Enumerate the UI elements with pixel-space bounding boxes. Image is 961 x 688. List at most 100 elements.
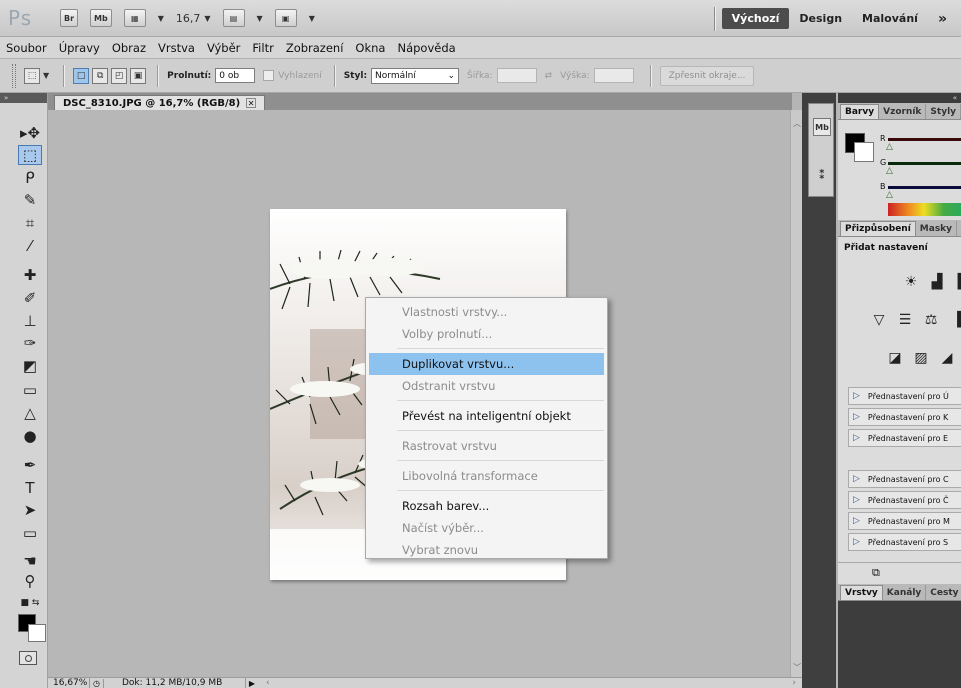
subtract-selection-icon[interactable]: ◰ — [111, 67, 128, 84]
arrange-documents-icon[interactable]: ▤ — [222, 9, 245, 27]
menu-item-convert-smart-object[interactable]: Převést na inteligentní objekt — [369, 405, 604, 427]
panels-collapse-icon[interactable]: « — [838, 93, 961, 103]
curves-icon[interactable]: ▌ — [952, 273, 961, 291]
preset-item[interactable]: ▷ Přednastavení pro S — [848, 533, 961, 551]
slider-thumb-icon[interactable]: △ — [886, 166, 893, 176]
preset-item[interactable]: ▷ Přednastavení pro C — [848, 470, 961, 488]
menu-item-color-range[interactable]: Rozsah barev... — [369, 495, 604, 517]
preset-dropdown-icon[interactable]: ▼ — [43, 71, 49, 80]
healing-brush-tool-icon[interactable]: ✚ — [18, 265, 42, 285]
pen-tool-icon[interactable]: ✒ — [18, 455, 42, 475]
hand-tool-icon[interactable]: ☚ — [18, 551, 42, 571]
height-input[interactable] — [593, 68, 634, 83]
menu-select[interactable]: Výběr — [207, 41, 240, 55]
refine-edge-button[interactable]: Zpřesnit okraje... — [659, 65, 755, 86]
threshold-icon[interactable]: ▨ — [910, 349, 932, 367]
shape-tool-icon[interactable]: ▭ — [18, 523, 42, 543]
document-tab[interactable]: DSC_8310.JPG @ 16,7% (RGB/8) ✕ — [54, 95, 266, 110]
menu-window[interactable]: Okna — [355, 41, 385, 55]
quick-selection-tool-icon[interactable]: ✎ — [18, 190, 42, 210]
menu-item-duplicate-layer[interactable]: Duplikovat vrstvu... — [369, 353, 604, 375]
preset-item[interactable]: ▷ Přednastavení pro E — [848, 429, 961, 447]
panel-background-swatch[interactable] — [854, 142, 874, 162]
menu-help[interactable]: Nápověda — [397, 41, 455, 55]
tab-masks[interactable]: Masky — [916, 221, 958, 236]
workspace-design-button[interactable]: Design — [799, 12, 842, 25]
levels-icon[interactable]: ▟ — [926, 273, 948, 291]
hue-saturation-icon[interactable]: ☰ — [894, 311, 916, 329]
scroll-up-icon[interactable]: ︿ — [793, 118, 801, 129]
default-colors-icon[interactable]: ■ ⇆ — [18, 593, 42, 613]
black-white-icon[interactable]: ▐ — [946, 311, 961, 329]
move-tool-icon[interactable]: ▸✥ — [18, 123, 42, 143]
color-balance-icon[interactable]: ⚖ — [920, 311, 942, 329]
preset-item[interactable]: ▷ Přednastavení pro Č — [848, 491, 961, 509]
dodge-tool-icon[interactable]: ● — [18, 426, 42, 446]
status-zoom[interactable]: 16,67% — [48, 678, 90, 688]
arrange-dropdown-icon[interactable]: ▼ — [257, 14, 263, 23]
menu-layer[interactable]: Vrstva — [158, 41, 195, 55]
menu-edit[interactable]: Úpravy — [59, 41, 100, 55]
bridge-button[interactable]: Br — [60, 9, 79, 27]
width-input[interactable] — [496, 68, 537, 83]
tab-styles[interactable]: Styly — [926, 104, 961, 119]
tab-color[interactable]: Barvy — [840, 104, 880, 119]
scroll-down-icon[interactable]: ﹀ — [793, 662, 801, 673]
workspace-default-button[interactable]: Výchozí — [721, 8, 790, 29]
document-info-icon[interactable]: ◷ — [90, 678, 104, 688]
preset-item[interactable]: ▷ Přednastavení pro K — [848, 408, 961, 426]
clone-stamp-tool-icon[interactable]: ⊥ — [18, 311, 42, 331]
close-icon[interactable]: ✕ — [246, 98, 257, 108]
workspace-more-button[interactable]: » — [938, 11, 947, 27]
brightness-icon[interactable]: ☀ — [900, 273, 922, 291]
menu-item-free-transform[interactable]: Libovolná transformace — [369, 465, 604, 487]
scroll-right-icon[interactable]: › — [792, 678, 796, 688]
return-to-list-icon[interactable]: ⧉ — [872, 566, 880, 580]
eyedropper-tool-icon[interactable]: ⁄ — [18, 236, 42, 256]
vertical-scrollbar[interactable]: ︿ ﹀ — [790, 110, 802, 677]
feather-input[interactable]: 0 ob — [215, 68, 256, 83]
menu-view[interactable]: Zobrazení — [286, 41, 344, 55]
status-menu-icon[interactable]: ▶ — [246, 679, 258, 688]
channel-r-slider[interactable] — [888, 138, 961, 141]
channel-g-slider[interactable] — [888, 162, 961, 165]
scroll-left-icon[interactable]: ‹ — [266, 678, 270, 688]
screen-mode-dropdown-icon[interactable]: ▼ — [309, 14, 315, 23]
slider-thumb-icon[interactable]: △ — [886, 142, 893, 152]
history-panel-icon[interactable]: ⁑ — [813, 166, 831, 184]
options-grip[interactable] — [12, 63, 16, 88]
vibrance-icon[interactable]: ▽ — [868, 311, 890, 329]
zoom-level[interactable]: 16,7 — [176, 12, 201, 25]
blur-tool-icon[interactable]: △ — [18, 403, 42, 423]
type-tool-icon[interactable]: T — [18, 478, 42, 498]
menu-item-layer-properties[interactable]: Vlastnosti vrstvy... — [369, 301, 604, 323]
preset-item[interactable]: ▷ Přednastavení pro M — [848, 512, 961, 530]
menu-item-blending-options[interactable]: Volby prolnutí... — [369, 323, 604, 345]
zoom-dropdown-icon[interactable]: ▼ — [204, 14, 210, 23]
channel-b-slider[interactable] — [888, 186, 961, 189]
marquee-preset-icon[interactable]: ⬚ — [24, 67, 40, 84]
gradient-map-icon[interactable]: ◢ — [936, 349, 958, 367]
screen-mode-icon[interactable]: ▣ — [274, 9, 297, 27]
tab-layers[interactable]: Vrstvy — [840, 585, 883, 600]
minibridge-panel-icon[interactable]: Mb — [813, 118, 831, 136]
tools-collapse-icon[interactable]: » — [0, 93, 47, 103]
gradient-tool-icon[interactable]: ▭ — [18, 380, 42, 400]
extras-icon[interactable]: ▦ — [123, 9, 146, 27]
menu-item-load-selection[interactable]: Načíst výběr... — [369, 517, 604, 539]
swap-dimensions-icon[interactable]: ⇄ — [545, 71, 553, 81]
minibridge-button[interactable]: Mb — [90, 9, 112, 27]
tab-paths[interactable]: Cesty — [926, 585, 961, 600]
tab-channels[interactable]: Kanály — [883, 585, 927, 600]
menu-filter[interactable]: Filtr — [252, 41, 273, 55]
history-brush-tool-icon[interactable]: ✑ — [18, 333, 42, 353]
menu-item-reselect[interactable]: Vybrat znovu — [369, 539, 604, 561]
lasso-tool-icon[interactable]: ᑭ — [18, 168, 42, 188]
new-selection-icon[interactable]: □ — [73, 67, 90, 84]
menu-item-delete-layer[interactable]: Odstranit vrstvu — [369, 375, 604, 397]
slider-thumb-icon[interactable]: △ — [886, 190, 893, 200]
background-color-swatch[interactable] — [28, 624, 46, 642]
style-select[interactable]: Normální ⌄ — [371, 67, 460, 84]
eraser-tool-icon[interactable]: ◩ — [18, 356, 42, 376]
rect-marquee-tool-icon[interactable]: ⬚ — [18, 145, 42, 165]
